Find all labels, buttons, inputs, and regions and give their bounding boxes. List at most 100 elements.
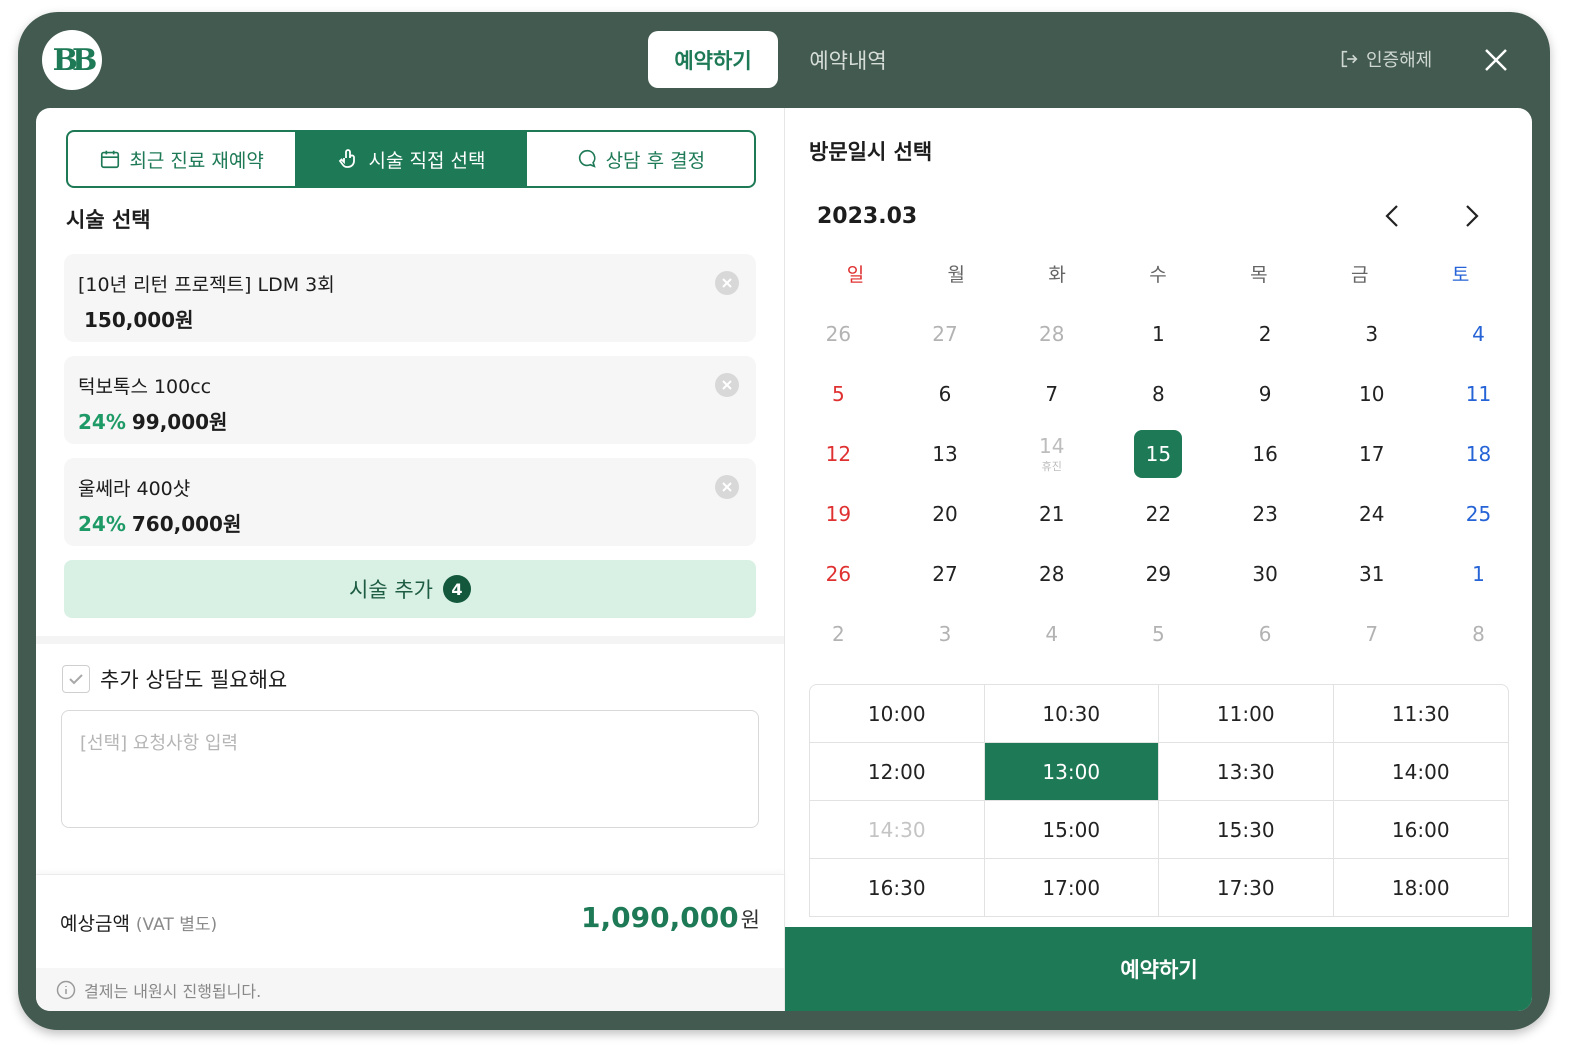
time-slot[interactable]: 13:00 <box>984 743 1159 801</box>
chat-icon <box>578 149 596 168</box>
day-number: 8 <box>1152 382 1165 406</box>
day-number: 27 <box>932 562 958 586</box>
time-slot[interactable]: 15:00 <box>984 801 1159 859</box>
day-number: 6 <box>1258 622 1272 646</box>
calendar-day[interactable]: 26 <box>785 544 892 604</box>
tap-icon <box>338 149 355 168</box>
tab-label: 시술 직접 선택 <box>368 149 486 172</box>
chevron-left-icon[interactable] <box>1377 200 1409 232</box>
procedure-item: [10년 리턴 프로젝트] LDM 3회 150,000원 <box>64 254 756 342</box>
request-input[interactable] <box>62 711 758 827</box>
time-slot[interactable]: 17:30 <box>1159 859 1334 917</box>
tab-direct-select[interactable]: 시술 직접 선택 <box>297 132 527 186</box>
total-price: 1,090,000원 <box>581 901 760 934</box>
time-slot[interactable]: 15:30 <box>1159 801 1334 859</box>
time-slot[interactable]: 13:30 <box>1159 743 1334 801</box>
calendar-day[interactable]: 5 <box>785 364 892 424</box>
calendar-day: 14 휴진 <box>998 424 1105 484</box>
weekday-wed: 수 <box>1149 264 1167 286</box>
calendar-day[interactable]: 4 <box>1425 304 1532 364</box>
day-number: 26 <box>825 322 852 346</box>
calendar-day[interactable]: 17 <box>1318 424 1425 484</box>
check-icon <box>69 674 83 685</box>
weekday-header: 일 월 화 수 목 금 토 <box>805 260 1511 287</box>
calendar-day[interactable]: 6 <box>892 364 999 424</box>
tab-recent-rebook[interactable]: 최근 진료 재예약 <box>68 132 298 186</box>
time-slot[interactable]: 10:00 <box>810 685 985 743</box>
time-slot[interactable]: 14:00 <box>1333 743 1508 801</box>
book-button[interactable]: 예약하기 <box>785 927 1532 1011</box>
tab-reservation[interactable]: 예약하기 <box>648 31 778 88</box>
time-slot[interactable]: 12:00 <box>810 743 985 801</box>
logout-button[interactable]: 인증해제 <box>1338 46 1432 72</box>
calendar-day[interactable]: 1 <box>1425 544 1532 604</box>
calendar-day[interactable]: 28 <box>998 544 1105 604</box>
calendar-day[interactable]: 22 <box>1105 484 1212 544</box>
chevron-right-icon[interactable] <box>1455 200 1487 232</box>
notice-text: 결제는 내원시 진행됩니다. <box>84 981 262 1001</box>
procedure-name: 턱보톡스 100cc <box>78 376 212 398</box>
calendar-day[interactable]: 29 <box>1105 544 1212 604</box>
day-number: 2 <box>1258 322 1272 346</box>
time-slot[interactable]: 16:00 <box>1333 801 1508 859</box>
remove-icon[interactable] <box>714 372 740 398</box>
day-number: 11 <box>1465 382 1492 406</box>
day-number: 31 <box>1359 562 1385 586</box>
remove-icon[interactable] <box>714 474 740 500</box>
tab-history[interactable]: 예약내역 <box>788 31 908 88</box>
tab-after-consult[interactable]: 상담 후 결정 <box>527 132 754 186</box>
calendar-day[interactable]: 15 <box>1105 424 1212 484</box>
day-number: 17 <box>1359 442 1385 466</box>
calendar-day[interactable]: 9 <box>1212 364 1319 424</box>
price-value: 760,000원 <box>131 512 242 536</box>
calendar-day[interactable]: 16 <box>1212 424 1319 484</box>
calendar-day[interactable]: 20 <box>892 484 999 544</box>
time-slot[interactable]: 11:00 <box>1159 685 1334 743</box>
discount-rate: 24% <box>78 512 126 536</box>
calendar-day[interactable]: 24 <box>1318 484 1425 544</box>
calendar-day[interactable]: 13 <box>892 424 999 484</box>
calendar-day[interactable]: 27 <box>892 544 999 604</box>
close-icon[interactable] <box>1480 44 1512 76</box>
calendar-day[interactable]: 31 <box>1318 544 1425 604</box>
discount-rate: 24% <box>78 410 126 434</box>
calendar-day: 26 <box>785 304 892 364</box>
calendar-day[interactable]: 1 <box>1105 304 1212 364</box>
procedure-item: 울쎄라 400샷 24% 760,000원 <box>64 458 756 546</box>
calendar-day[interactable]: 7 <box>998 364 1105 424</box>
day-number: 14 <box>1038 434 1065 458</box>
section-title: 시술 선택 <box>66 208 151 232</box>
day-number: 5 <box>1152 622 1165 646</box>
calendar-day[interactable]: 10 <box>1318 364 1425 424</box>
day-number: 5 <box>831 382 845 406</box>
day-number: 22 <box>1145 502 1172 526</box>
calendar-day[interactable]: 12 <box>785 424 892 484</box>
calendar-day[interactable]: 8 <box>1105 364 1212 424</box>
consult-checkbox[interactable] <box>62 665 90 693</box>
day-number: 3 <box>938 622 952 646</box>
calendar-day[interactable]: 21 <box>998 484 1105 544</box>
remove-icon[interactable] <box>714 270 740 296</box>
calendar-day[interactable]: 25 <box>1425 484 1532 544</box>
calendar-day[interactable]: 23 <box>1212 484 1319 544</box>
consult-checkbox-row[interactable]: 추가 상담도 필요해요 <box>62 664 287 694</box>
payment-notice: 결제는 내원시 진행됩니다. <box>36 968 784 1011</box>
calendar-day[interactable]: 18 <box>1425 424 1532 484</box>
app-window: BB 예약하기 예약내역 인증해제 최근 진료 재예약 시술 직접 선택 상담 … <box>18 12 1550 1030</box>
datetime-panel: 방문일시 선택 2023.03 일 월 화 수 목 금 토 26 27 28 1 2 3 4… <box>784 108 1532 1011</box>
time-slot[interactable]: 18:00 <box>1333 859 1508 917</box>
calendar-day[interactable]: 19 <box>785 484 892 544</box>
calendar-day[interactable]: 2 <box>1212 304 1319 364</box>
calendar-day: 7 <box>1318 604 1425 664</box>
time-slot[interactable]: 17:00 <box>984 859 1159 917</box>
day-number: 18 <box>1465 442 1492 466</box>
calendar-day[interactable]: 11 <box>1425 364 1532 424</box>
calendar-day[interactable]: 30 <box>1212 544 1319 604</box>
summary-label: 예상금액 (VAT 별도) <box>60 909 217 936</box>
add-procedure-button[interactable]: 시술 추가 4 <box>64 560 756 618</box>
time-slot[interactable]: 11:30 <box>1333 685 1508 743</box>
time-slot[interactable]: 10:30 <box>984 685 1159 743</box>
day-number: 29 <box>1145 562 1172 586</box>
calendar-day[interactable]: 3 <box>1318 304 1425 364</box>
time-slot[interactable]: 16:30 <box>810 859 985 917</box>
